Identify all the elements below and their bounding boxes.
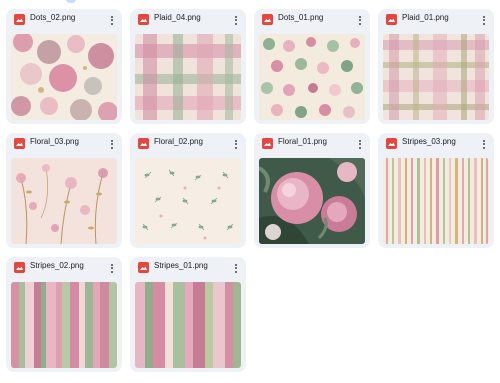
file-thumbnail[interactable] <box>135 282 241 368</box>
file-card-header: Plaid_04.png <box>130 9 246 31</box>
file-name: Stripes_01.png <box>154 261 208 270</box>
more-vert-icon[interactable] <box>106 260 118 276</box>
image-file-icon <box>14 138 25 149</box>
file-card-header: Plaid_01.png <box>378 9 494 31</box>
file-thumbnail[interactable] <box>11 282 117 368</box>
file-name: Stripes_02.png <box>30 261 84 270</box>
file-card-header: Stripes_03.png <box>378 133 494 155</box>
file-card[interactable]: Plaid_01.png <box>378 9 494 124</box>
image-file-icon <box>138 262 149 273</box>
more-vert-icon[interactable] <box>230 260 242 276</box>
image-file-icon <box>386 14 397 25</box>
image-file-icon <box>138 138 149 149</box>
file-card[interactable]: Dots_01.png <box>254 9 370 124</box>
file-name: Dots_02.png <box>30 13 76 22</box>
file-thumbnail[interactable] <box>259 34 365 120</box>
file-thumbnail[interactable] <box>383 158 489 244</box>
file-card[interactable]: Plaid_04.png <box>130 9 246 124</box>
more-vert-icon[interactable] <box>106 12 118 28</box>
image-file-icon <box>386 138 397 149</box>
file-card-header: Floral_01.png <box>254 133 370 155</box>
file-card-header: Stripes_01.png <box>130 257 246 279</box>
more-vert-icon[interactable] <box>230 136 242 152</box>
file-card[interactable]: Stripes_01.png <box>130 257 246 372</box>
file-name: Plaid_01.png <box>402 13 449 22</box>
file-name: Floral_02.png <box>154 137 203 146</box>
file-card[interactable]: Floral_01.png <box>254 133 370 248</box>
file-name: Plaid_04.png <box>154 13 201 22</box>
file-thumbnail[interactable] <box>135 34 241 120</box>
file-card[interactable]: Floral_02.png <box>130 133 246 248</box>
file-card-header: Dots_01.png <box>254 9 370 31</box>
file-card-header: Stripes_02.png <box>6 257 122 279</box>
more-vert-icon[interactable] <box>354 136 366 152</box>
image-file-icon <box>14 14 25 25</box>
file-card[interactable]: Dots_02.png <box>6 9 122 124</box>
image-file-icon <box>138 14 149 25</box>
file-card-header: Floral_03.png <box>6 133 122 155</box>
image-file-icon <box>262 14 273 25</box>
more-vert-icon[interactable] <box>478 12 490 28</box>
file-card[interactable]: Stripes_02.png <box>6 257 122 372</box>
file-card-header: Dots_02.png <box>6 9 122 31</box>
file-name: Dots_01.png <box>278 13 324 22</box>
file-card[interactable]: Stripes_03.png <box>378 133 494 248</box>
more-vert-icon[interactable] <box>106 136 118 152</box>
file-thumbnail[interactable] <box>11 158 117 244</box>
file-card[interactable]: Floral_03.png <box>6 133 122 248</box>
more-vert-icon[interactable] <box>478 136 490 152</box>
file-thumbnail[interactable] <box>383 34 489 120</box>
file-thumbnail[interactable] <box>259 158 365 244</box>
file-name: Floral_03.png <box>30 137 79 146</box>
file-card-header: Floral_02.png <box>130 133 246 155</box>
file-grid: Dots_02.png Plaid_04.png Dots_01.png Pla… <box>0 0 500 383</box>
file-thumbnail[interactable] <box>135 158 241 244</box>
image-file-icon <box>14 262 25 273</box>
file-thumbnail[interactable] <box>11 34 117 120</box>
image-file-icon <box>262 138 273 149</box>
more-vert-icon[interactable] <box>354 12 366 28</box>
file-name: Floral_01.png <box>278 137 327 146</box>
scroll-indicator <box>66 0 76 3</box>
file-name: Stripes_03.png <box>402 137 456 146</box>
more-vert-icon[interactable] <box>230 12 242 28</box>
